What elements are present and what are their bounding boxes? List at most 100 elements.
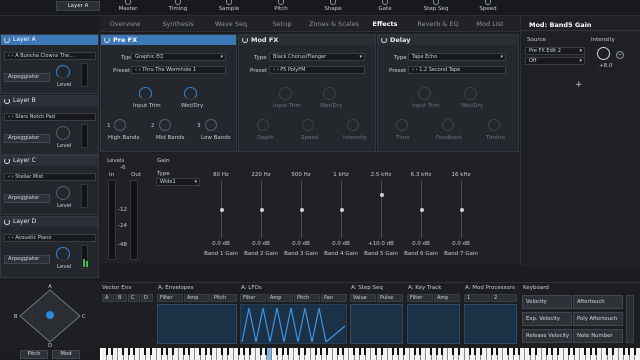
band-1-gain-thumb[interactable] [219,207,224,212]
mod-source-2-select[interactable]: Off ▾ [525,57,585,65]
env-tab-filter[interactable]: Filter [157,294,183,302]
pre-fx-mid-bands-knob[interactable] [159,119,171,131]
aftertouch-button[interactable]: Aftertouch [573,295,623,309]
layer-c-header[interactable]: Layer C [1,156,98,166]
envelope-display[interactable] [157,304,237,344]
white-key[interactable] [228,348,234,360]
timing-knob[interactable] [175,0,181,5]
white-key[interactable] [613,348,619,360]
white-key[interactable] [443,348,448,360]
power-icon[interactable] [4,37,10,43]
pre-fx-preset-select[interactable]: ‹ › Thru The Wormhole 1 [131,66,226,74]
lfo-tab-pan[interactable]: Pan [321,294,347,302]
shape-knob[interactable] [330,0,336,5]
remove-icon[interactable]: − [616,51,624,59]
vec-tab-b[interactable]: B [115,294,127,302]
layer-c-preset-select[interactable]: ‹ › Stellar Mist [4,173,96,181]
power-icon[interactable] [381,37,387,43]
delay-header[interactable]: Delay [378,35,518,45]
lfo-tab-amp[interactable]: Amp [267,294,293,302]
step-tab-pulse[interactable]: Pulse [377,294,403,302]
pre-fx-high-bands-knob[interactable] [114,119,126,131]
sample-knob[interactable] [226,0,232,5]
poly-aftertouch-button[interactable]: Poly Aftertouch [573,312,623,326]
power-icon[interactable] [4,219,10,225]
kt-tab-amp[interactable]: Amp [434,294,460,302]
layer-d-arpeggiator-button[interactable]: Arpeggiator [4,255,50,264]
white-key[interactable] [459,348,465,360]
pitch-knob[interactable] [278,0,284,5]
power-icon[interactable] [4,98,10,104]
white-key[interactable] [481,348,487,360]
band-7-gain-thumb[interactable] [459,207,464,212]
white-key[interactable] [250,348,256,360]
pre-fx-wet-dry-knob[interactable] [184,87,197,100]
power-icon[interactable] [242,37,248,43]
master-knob[interactable] [125,0,131,5]
white-key[interactable] [421,348,426,360]
power-icon[interactable] [4,158,10,164]
vec-tab-a[interactable]: A [102,294,114,302]
layer-b-preset-select[interactable]: ‹ › Stars Notch Pad [4,113,96,121]
mod-source-select[interactable]: Pre FX Edit 2 ▾ [525,47,585,55]
mod-fx-header[interactable]: Mod FX [239,35,375,45]
mod-fx-intensity-knob[interactable] [347,119,359,131]
band-4-gain-thumb[interactable] [339,207,344,212]
tab-effects[interactable]: Effects [355,20,415,28]
delay-type-select[interactable]: Tape Echo ▾ [408,53,506,61]
pre-fx-low-bands-knob[interactable] [205,119,217,131]
mod-fx-depth-knob[interactable] [257,119,269,131]
white-key[interactable] [536,348,542,360]
pre-fx-type-select[interactable]: Graphic EQ ▾ [131,53,226,61]
delay-feedback-knob[interactable] [442,119,454,131]
pre-fx-header[interactable]: Pre FX [101,35,236,45]
vec-tab-c[interactable]: C [128,294,140,302]
exp-velocity-button[interactable]: Exp. Velocity [522,312,572,326]
delay-preset-select[interactable]: ‹ › 1.2 Second Tape [408,66,506,74]
layer-b-header[interactable]: Layer B [1,96,98,106]
layer-a-arpeggiator-button[interactable]: Arpeggiator [4,73,50,82]
white-key[interactable] [597,348,602,360]
mod-fx-speed-knob[interactable] [302,119,314,131]
delay-input-trim-knob[interactable] [418,87,431,100]
vec-tab-d[interactable]: D [141,294,153,302]
layer-c-level-knob[interactable] [56,186,70,200]
tab-overview[interactable]: Overview [95,20,155,28]
white-key[interactable] [113,348,118,360]
pre-fx-input-trim-knob[interactable] [139,87,152,100]
lfo-tab-filter[interactable]: Filter [240,294,266,302]
eq-type-select[interactable]: Wide1 ▾ [156,178,200,186]
speed-knob[interactable] [485,0,491,5]
layer-a-header[interactable]: Layer A [1,35,98,45]
band-2-gain-thumb[interactable] [259,207,264,212]
tab-mod-list[interactable]: Mod List [460,20,520,28]
note-number-button[interactable]: Note Number [573,329,623,343]
lfo-tab-pitch[interactable]: Pitch [294,294,320,302]
mod-intensity-knob[interactable] [597,47,610,60]
env-tab-pitch[interactable]: Pitch [211,294,237,302]
white-key[interactable] [404,348,410,360]
piano-keyboard[interactable] [100,348,640,360]
white-key[interactable] [190,348,195,360]
white-key[interactable] [151,348,157,360]
delay-wet-dry-knob[interactable] [464,87,477,100]
white-key[interactable] [267,348,272,360]
gate-knob[interactable] [382,0,388,5]
mod-wheel-button[interactable]: Mod [52,350,80,359]
layer-b-arpeggiator-button[interactable]: Arpeggiator [4,134,50,143]
white-key[interactable] [558,348,564,360]
delay-time-knob[interactable] [396,119,408,131]
power-icon[interactable] [104,37,110,43]
white-key[interactable] [344,348,349,360]
white-key[interactable] [327,348,333,360]
tab-synthesis[interactable]: Synthesis [148,20,208,28]
lfo-display[interactable] [240,304,347,344]
step-tab-value[interactable]: Value [350,294,376,302]
band-5-gain-slider[interactable] [381,181,382,238]
layer-a-preset-select[interactable]: ‹ › A Buncha Clowns The... [4,52,96,60]
white-key[interactable] [520,348,525,360]
step-seq-display[interactable] [350,304,403,344]
layer-d-header[interactable]: Layer D [1,217,98,227]
vector-joystick[interactable]: A C D B [0,282,100,349]
white-key[interactable] [498,348,503,360]
